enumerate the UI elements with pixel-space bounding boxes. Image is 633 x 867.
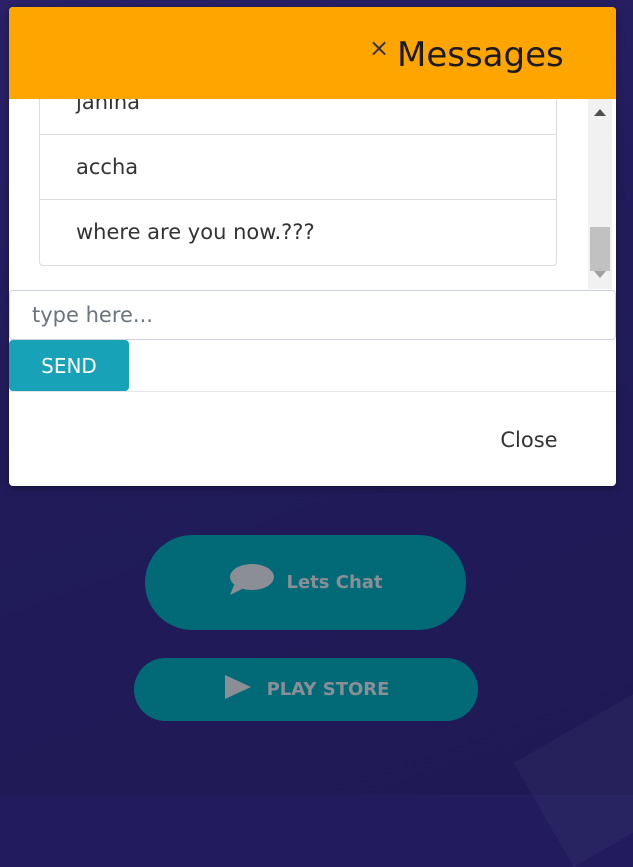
footer-divider [9, 391, 616, 392]
modal-header: × Messages [9, 7, 616, 99]
close-button[interactable]: Close [479, 420, 579, 460]
scroll-thumb[interactable] [590, 227, 610, 271]
message-list: janina accha where are you now.??? [39, 99, 557, 266]
play-store-button[interactable]: PLAY STORE [134, 658, 478, 721]
message-input[interactable] [9, 290, 616, 340]
play-icon [223, 674, 253, 705]
list-item: where are you now.??? [76, 220, 315, 244]
close-icon[interactable]: × [369, 33, 389, 63]
lets-chat-button[interactable]: Lets Chat [145, 535, 466, 630]
lets-chat-label: Lets Chat [286, 572, 383, 593]
modal-title: Messages [397, 35, 564, 75]
list-item: janina [40, 99, 556, 135]
scrollbar[interactable] [588, 99, 612, 289]
play-store-label: PLAY STORE [266, 679, 390, 700]
messages-modal: × Messages janina accha where are you no… [9, 7, 616, 486]
chat-bubble-icon [228, 563, 276, 602]
scroll-down-icon[interactable] [594, 271, 606, 278]
list-item: accha [40, 135, 556, 200]
send-button[interactable]: SEND [9, 340, 129, 391]
message-area[interactable]: janina accha where are you now.??? [9, 99, 616, 289]
scroll-up-icon[interactable] [594, 109, 606, 116]
